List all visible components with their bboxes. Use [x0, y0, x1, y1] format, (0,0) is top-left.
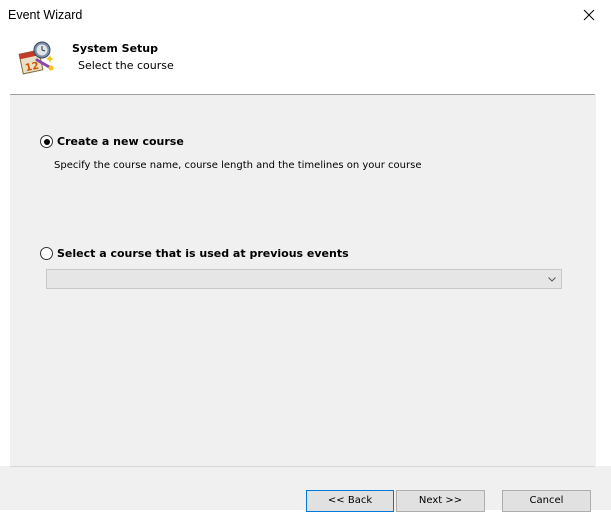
close-button[interactable]	[567, 0, 611, 30]
previous-course-dropdown[interactable]	[46, 269, 562, 289]
close-icon	[583, 9, 595, 21]
radio-new-course[interactable]	[40, 135, 53, 148]
radio-previous-course[interactable]	[40, 247, 53, 260]
footer-divider	[10, 466, 595, 467]
svg-text:12: 12	[24, 61, 40, 75]
window-title: Event Wizard	[8, 8, 83, 22]
header-title: System Setup	[72, 42, 158, 55]
wizard-header: 12 System Setup Select the course	[0, 30, 611, 94]
title-bar: Event Wizard	[0, 0, 611, 30]
next-button[interactable]: Next >>	[396, 490, 485, 512]
wizard-content: Create a new course Specify the course n…	[10, 95, 596, 466]
back-button[interactable]: << Back	[306, 490, 394, 512]
new-course-label[interactable]: Create a new course	[57, 135, 184, 148]
cancel-button[interactable]: Cancel	[502, 490, 591, 512]
radio-selected-dot	[43, 138, 50, 145]
calendar-wizard-icon: 12	[18, 41, 54, 75]
header-subtitle: Select the course	[78, 59, 174, 72]
new-course-description: Specify the course name, course length a…	[54, 160, 422, 171]
wizard-footer: << Back Next >> Cancel	[0, 466, 611, 512]
previous-course-label[interactable]: Select a course that is used at previous…	[57, 247, 349, 260]
chevron-down-icon	[548, 277, 556, 282]
